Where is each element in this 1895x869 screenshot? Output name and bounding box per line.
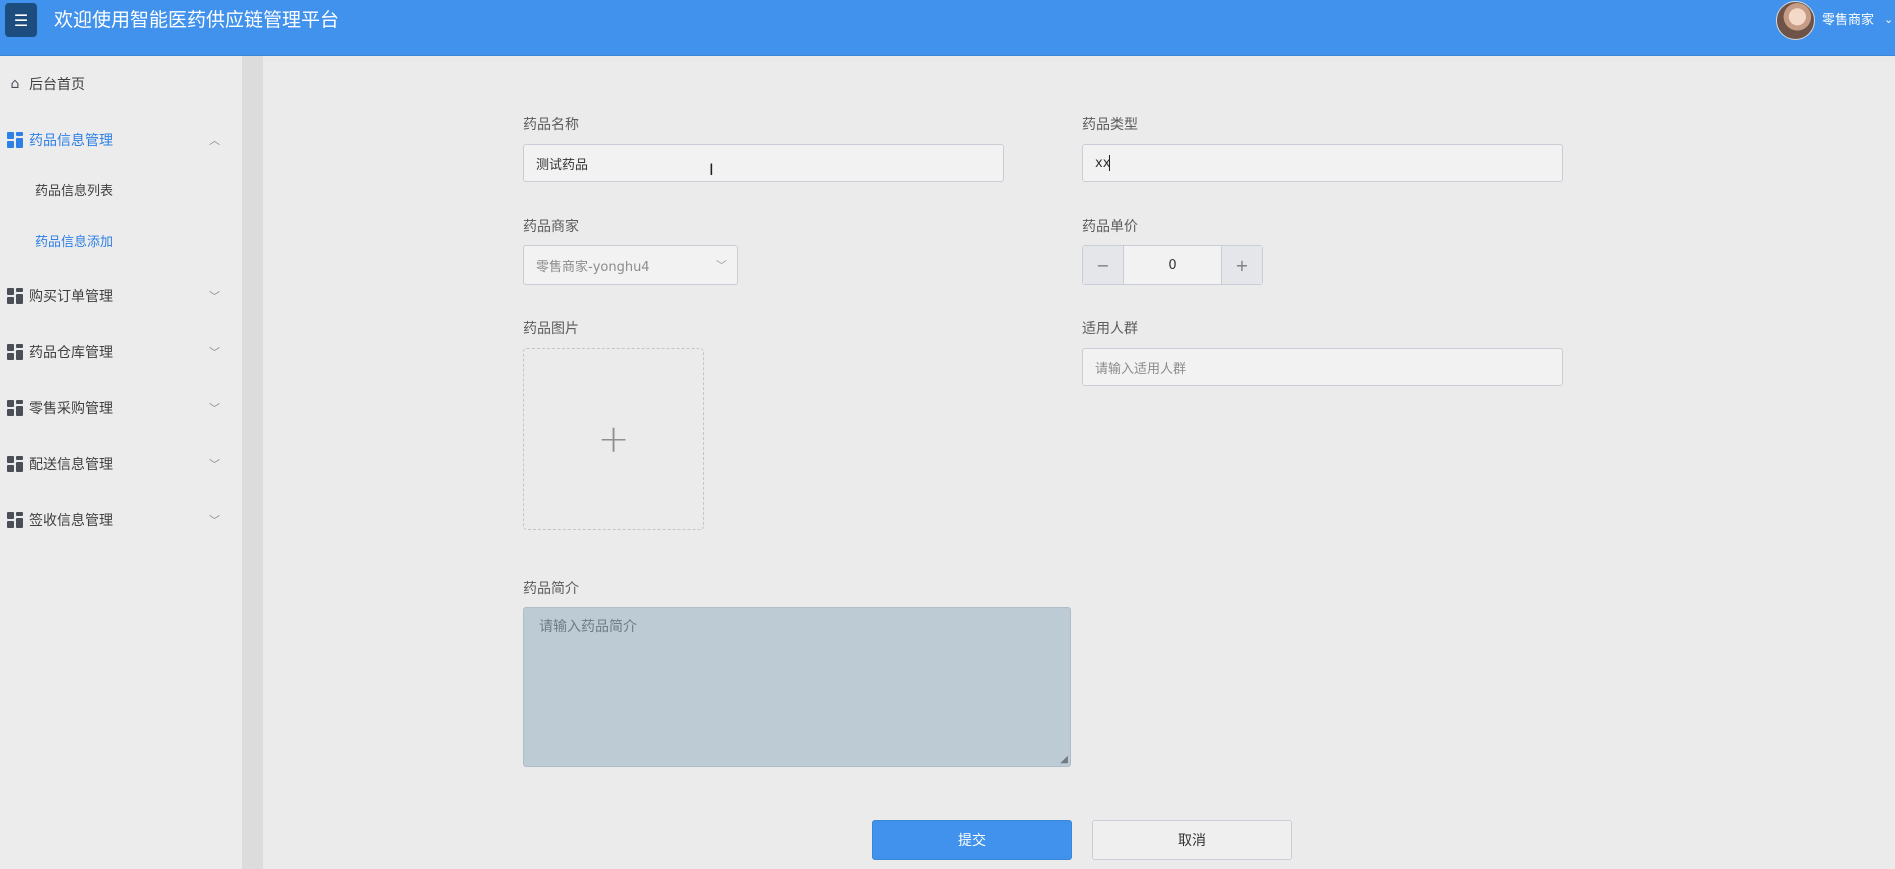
sidebar-item-label: 药品信息管理	[29, 133, 113, 149]
menu-icon[interactable]: ☰	[5, 3, 37, 37]
sidebar-subitem-drug-list[interactable]: 药品信息列表	[35, 177, 113, 207]
sidebar-item-label: 签收信息管理	[29, 513, 113, 529]
drug-intro-label: 药品简介	[523, 581, 579, 597]
audience-label: 适用人群	[1082, 321, 1138, 337]
drug-name-value: 测试药品	[536, 157, 589, 173]
plus-icon: +	[597, 417, 630, 461]
audience-input[interactable]: 请输入适用人群	[1082, 348, 1563, 386]
drug-name-input[interactable]: 测试药品	[523, 144, 1004, 182]
top-header: ☰ 欢迎使用智能医药供应链管理平台 零售商家 ⌄	[0, 0, 1895, 56]
chevron-down-icon: ﹀	[209, 514, 220, 527]
sidebar-item-receipt[interactable]: 签收信息管理 ﹀	[0, 500, 242, 540]
user-avatar[interactable]	[1776, 1, 1815, 40]
chevron-down-icon: ﹀	[209, 346, 220, 359]
dashboard-grid-icon	[7, 288, 23, 304]
image-upload-area[interactable]: +	[523, 348, 704, 530]
sidebar-item-home[interactable]: ⌂ 后台首页	[0, 64, 242, 104]
chevron-down-icon: ﹀	[209, 458, 220, 471]
drug-merchant-value: 零售商家-yonghu4	[536, 259, 650, 275]
drug-intro-textarea[interactable]: 请输入药品简介 ◢	[523, 607, 1071, 767]
sidebar-item-retail-procurement[interactable]: 零售采购管理 ﹀	[0, 388, 242, 428]
sidebar-item-purchase-orders[interactable]: 购买订单管理 ﹀	[0, 276, 242, 316]
plus-icon[interactable]: +	[1221, 246, 1262, 284]
dashboard-grid-icon	[7, 512, 23, 528]
sidebar-item-label: 后台首页	[29, 77, 85, 93]
chevron-up-icon: ︿	[209, 134, 220, 147]
drug-name-label: 药品名称	[523, 117, 579, 133]
dashboard-grid-icon	[7, 400, 23, 416]
home-icon: ⌂	[10, 76, 20, 92]
app-title: 欢迎使用智能医药供应链管理平台	[54, 9, 340, 31]
drug-image-label: 药品图片	[523, 321, 579, 337]
chevron-down-icon[interactable]: ⌄	[1884, 13, 1893, 26]
drug-merchant-select[interactable]: 零售商家-yonghu4 ﹀	[523, 245, 738, 285]
sidebar-item-delivery[interactable]: 配送信息管理 ﹀	[0, 444, 242, 484]
sidebar-item-label: 零售采购管理	[29, 401, 113, 417]
sidebar-subitem-drug-add[interactable]: 药品信息添加	[35, 228, 113, 258]
drug-type-input[interactable]: xx	[1082, 144, 1563, 182]
main-content	[263, 62, 1895, 869]
sidebar-item-drug-info[interactable]: 药品信息管理 ︿	[0, 120, 242, 160]
user-name-dropdown[interactable]: 零售商家	[1822, 12, 1874, 30]
chevron-down-icon: ﹀	[209, 402, 220, 415]
drug-type-label: 药品类型	[1082, 117, 1138, 133]
drug-intro-placeholder: 请输入药品简介	[539, 619, 637, 635]
chevron-down-icon: ﹀	[716, 259, 727, 272]
minus-icon[interactable]: −	[1083, 246, 1124, 284]
sidebar-item-label: 配送信息管理	[29, 457, 113, 473]
sidebar-item-label: 药品仓库管理	[29, 345, 113, 361]
drug-price-value[interactable]: 0	[1124, 246, 1221, 284]
dashboard-grid-icon	[7, 344, 23, 360]
drug-price-label: 药品单价	[1082, 219, 1138, 235]
dashboard-grid-icon	[7, 456, 23, 472]
chevron-down-icon: ﹀	[209, 290, 220, 303]
resize-handle-icon[interactable]: ◢	[1060, 754, 1068, 765]
submit-button[interactable]: 提交	[872, 820, 1072, 860]
cancel-button[interactable]: 取消	[1092, 820, 1292, 860]
sidebar-divider	[242, 56, 263, 869]
drug-price-stepper[interactable]: − 0 +	[1082, 245, 1263, 285]
input-caret	[1109, 155, 1110, 171]
sidebar-item-label: 购买订单管理	[29, 289, 113, 305]
sidebar-item-warehouse[interactable]: 药品仓库管理 ﹀	[0, 332, 242, 372]
drug-merchant-label: 药品商家	[523, 219, 579, 235]
audience-placeholder: 请输入适用人群	[1095, 361, 1187, 377]
dashboard-grid-icon	[7, 132, 23, 148]
text-cursor-icon: I	[709, 160, 714, 179]
